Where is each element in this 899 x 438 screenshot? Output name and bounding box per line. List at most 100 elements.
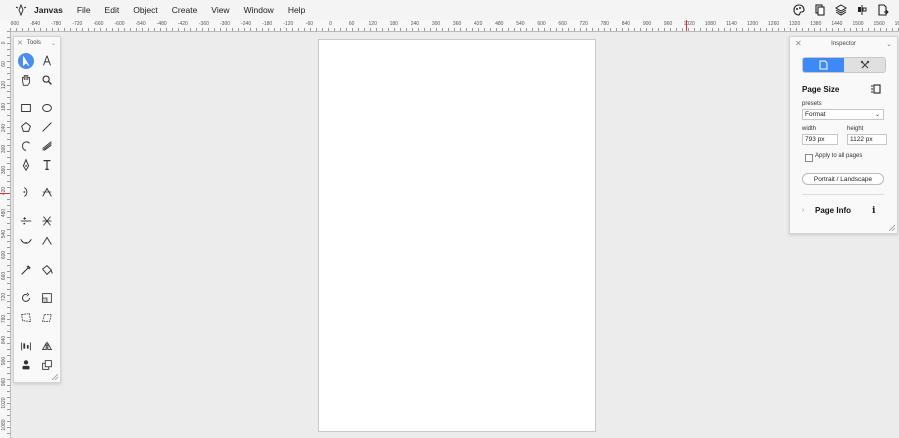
zoom-tool-icon[interactable] bbox=[39, 72, 55, 88]
ruler-tick-label: 840 bbox=[621, 21, 631, 27]
menu-bar: Janvas File Edit Object Create View Wind… bbox=[0, 0, 899, 20]
divider bbox=[802, 194, 884, 195]
tools-panel-title: Tools bbox=[26, 40, 41, 46]
resize-grip-icon[interactable] bbox=[889, 225, 895, 231]
rotate-tool-icon[interactable] bbox=[18, 290, 34, 306]
tools-settings-icon[interactable] bbox=[844, 58, 885, 72]
height-field-value: 1122 px bbox=[850, 136, 873, 143]
arc-tool-icon[interactable] bbox=[18, 138, 34, 154]
inspector-panel: ✕ Inspector ⌄ Page Size presets Format ⌄… bbox=[789, 36, 898, 234]
menu-edit[interactable]: Edit bbox=[105, 5, 120, 15]
ruler-tick-label: 360 bbox=[1, 166, 7, 175]
menu-object[interactable]: Object bbox=[133, 5, 158, 15]
chevron-right-icon[interactable]: › bbox=[802, 207, 804, 214]
ruler-tick-label: 900 bbox=[642, 21, 652, 27]
chevron-down-icon: ⌄ bbox=[874, 112, 880, 118]
ruler-tick-label: 1140 bbox=[726, 21, 737, 27]
paint-bucket-tool-icon[interactable] bbox=[39, 262, 55, 278]
pages-icon[interactable] bbox=[813, 3, 826, 16]
pen-tool-icon[interactable] bbox=[18, 157, 34, 173]
app-name[interactable]: Janvas bbox=[34, 5, 63, 15]
hand-tool-icon[interactable] bbox=[18, 72, 34, 88]
text-tool-icon[interactable] bbox=[39, 157, 55, 173]
ruler-tick-label: 420 bbox=[474, 21, 483, 27]
ruler-tick-label: 420 bbox=[1, 187, 7, 196]
add-point-tool-icon[interactable] bbox=[18, 213, 34, 229]
cut-path-tool-icon[interactable] bbox=[39, 213, 55, 229]
scale-tool-icon[interactable] bbox=[39, 290, 55, 306]
ruler-tick-label: -540 bbox=[135, 21, 146, 27]
document-icon[interactable] bbox=[803, 58, 844, 72]
align-tool-icon[interactable] bbox=[18, 338, 34, 354]
vertical-ruler-marker bbox=[0, 193, 10, 194]
document-page[interactable] bbox=[318, 39, 596, 432]
rectangle-tool-icon[interactable] bbox=[18, 100, 34, 116]
ruler-tick-label: -720 bbox=[72, 21, 83, 27]
ruler-tick-label: 540 bbox=[516, 21, 525, 27]
ruler-tick-label: -600 bbox=[114, 21, 125, 27]
ruler-tick-label: 240 bbox=[1, 123, 7, 132]
resize-grip-icon[interactable] bbox=[52, 374, 58, 380]
select-tool-icon[interactable] bbox=[18, 53, 34, 69]
ruler-tick-label: 600 bbox=[1, 250, 7, 260]
reflect-tool-icon[interactable] bbox=[39, 338, 55, 354]
chevron-down-icon[interactable]: ⌄ bbox=[886, 40, 892, 48]
ruler-tick-label: 180 bbox=[1, 102, 7, 111]
ruler-tick-label: -180 bbox=[262, 21, 273, 27]
page-info-heading[interactable]: Page Info bbox=[815, 206, 851, 215]
horizontal-ruler[interactable]: -900-840-780-720-660-600-540-480-420-360… bbox=[10, 20, 899, 32]
inspector-header: ✕ Inspector ⌄ bbox=[790, 37, 897, 51]
polygon-tool-icon[interactable] bbox=[18, 119, 34, 135]
ruler-tick-label: -660 bbox=[93, 21, 104, 27]
vertical-ruler[interactable]: 0 60 120 180 240 300 360 420 480 540 600 660 720 780 8… bbox=[0, 31, 11, 438]
info-icon[interactable]: i bbox=[872, 206, 875, 216]
portrait-landscape-button[interactable]: Portrait / Landscape bbox=[802, 173, 884, 185]
curve-tool-icon[interactable] bbox=[18, 184, 34, 200]
menu-window[interactable]: Window bbox=[244, 5, 274, 15]
align-icon[interactable] bbox=[855, 3, 868, 16]
menu-create[interactable]: Create bbox=[172, 5, 198, 15]
page-settings-icon[interactable] bbox=[870, 83, 882, 95]
ruler-tick-label: 660 bbox=[558, 21, 567, 27]
ruler-tick-label: -840 bbox=[30, 21, 41, 27]
menu-help[interactable]: Help bbox=[288, 5, 305, 15]
shear-tool-icon[interactable] bbox=[39, 310, 55, 326]
height-field[interactable]: 1122 px bbox=[847, 134, 887, 145]
palette-icon[interactable] bbox=[792, 3, 805, 16]
eyedropper-tool-icon[interactable] bbox=[18, 262, 34, 278]
ruler-tick-label: -420 bbox=[177, 21, 188, 27]
ruler-tick-label: 780 bbox=[600, 21, 609, 27]
ruler-tick-label: 480 bbox=[495, 21, 504, 27]
distort-tool-icon[interactable] bbox=[18, 310, 34, 326]
ruler-tick-label: 60 bbox=[348, 21, 355, 27]
menu-file[interactable]: File bbox=[77, 5, 91, 15]
ruler-tick-label: 300 bbox=[1, 144, 7, 154]
presets-select[interactable]: Format ⌄ bbox=[802, 109, 884, 120]
direct-select-tool-icon[interactable] bbox=[39, 53, 55, 69]
ruler-tick-label: 1020 bbox=[1, 397, 7, 409]
width-field[interactable]: 793 px bbox=[802, 134, 838, 145]
chevron-down-icon[interactable]: ⌄ bbox=[51, 40, 56, 47]
stamp-tool-icon[interactable] bbox=[18, 357, 34, 373]
ruler-tick-label: 840 bbox=[1, 335, 7, 344]
ruler-tick-label: 1620 bbox=[894, 21, 899, 27]
clone-tool-icon[interactable] bbox=[39, 357, 55, 373]
ruler-tick-label: 480 bbox=[1, 208, 7, 217]
height-label: height bbox=[847, 126, 864, 132]
ruler-tick-label: -240 bbox=[241, 21, 252, 27]
pencil-tool-icon[interactable] bbox=[39, 138, 55, 154]
line-tool-icon[interactable] bbox=[39, 119, 55, 135]
ruler-tick-label: -300 bbox=[219, 21, 231, 27]
ellipse-tool-icon[interactable] bbox=[39, 100, 55, 116]
apply-all-pages-label: Apply to all pages bbox=[815, 153, 863, 159]
anchor-point-tool-icon[interactable] bbox=[39, 184, 55, 200]
menu-view[interactable]: View bbox=[211, 5, 229, 15]
apply-all-pages-checkbox[interactable] bbox=[805, 154, 813, 162]
presets-label: presets bbox=[802, 101, 822, 107]
export-icon[interactable] bbox=[876, 3, 889, 16]
tools-panel-header: ✕ Tools ⌄ bbox=[14, 37, 60, 49]
close-icon[interactable]: ✕ bbox=[17, 39, 23, 47]
layers-icon[interactable] bbox=[834, 3, 847, 16]
corner-points-tool-icon[interactable] bbox=[39, 233, 55, 249]
smooth-points-tool-icon[interactable] bbox=[18, 233, 34, 249]
